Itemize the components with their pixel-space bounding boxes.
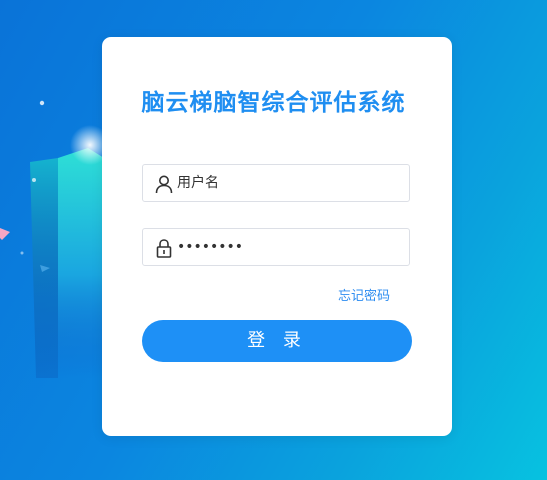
password-input[interactable] bbox=[177, 229, 397, 265]
sparkle-3 bbox=[20, 251, 24, 255]
username-field[interactable] bbox=[142, 164, 410, 202]
sparkle-2 bbox=[32, 178, 36, 182]
password-field[interactable] bbox=[142, 228, 410, 266]
login-button[interactable]: 登 录 bbox=[142, 320, 412, 362]
username-input[interactable] bbox=[177, 165, 397, 201]
page-title: 脑云梯脑智综合评估系统 bbox=[141, 90, 406, 116]
forgot-password-link[interactable]: 忘记密码 bbox=[338, 285, 390, 304]
lock-icon bbox=[156, 239, 172, 258]
pink-crystal bbox=[0, 228, 10, 240]
pillar-front bbox=[58, 148, 104, 378]
user-icon bbox=[155, 175, 173, 194]
